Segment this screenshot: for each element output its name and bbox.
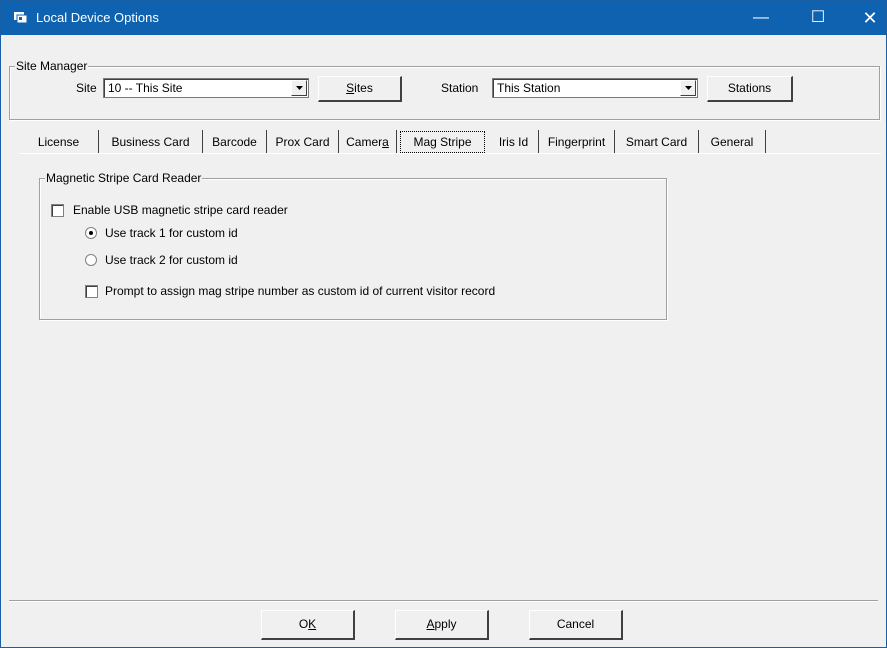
window-title: Local Device Options — [36, 10, 159, 25]
sites-button-label: ites — [354, 81, 373, 95]
tab-label: Mag Stripe — [413, 135, 472, 149]
site-select-value: 10 -- This Site — [108, 81, 183, 95]
station-dropdown-button[interactable] — [680, 80, 696, 96]
mag-stripe-legend: Magnetic Stripe Card Reader — [45, 171, 203, 185]
ok-button[interactable]: OK — [261, 610, 355, 640]
chevron-down-icon — [685, 86, 692, 90]
apply-button[interactable]: Apply — [395, 610, 489, 640]
mag-stripe-group: Magnetic Stripe Card Reader — [39, 171, 667, 320]
tab-label: Smart Card — [625, 135, 688, 149]
tab-business-card[interactable]: Business Card — [99, 130, 203, 154]
minimize-button[interactable]: — — [738, 1, 784, 35]
tab-license[interactable]: License — [19, 130, 99, 154]
tab-label: Business Card — [111, 135, 190, 149]
track1-radio[interactable] — [85, 227, 97, 239]
stations-button[interactable]: Stations — [707, 76, 793, 102]
tab-prox-card[interactable]: Prox Card — [267, 130, 339, 154]
maximize-button[interactable]: ☐ — [795, 1, 841, 35]
local-device-options-window: Local Device Options — ☐ ✕ Site Manager … — [0, 0, 887, 648]
sites-button[interactable]: Sites — [318, 76, 402, 102]
chevron-down-icon — [296, 86, 303, 90]
tab-smart-card[interactable]: Smart Card — [615, 130, 699, 154]
apply-mnemonic: A — [426, 617, 435, 631]
tab-label: General — [710, 135, 754, 149]
track2-label[interactable]: Use track 2 for custom id — [105, 253, 238, 267]
ok-mnemonic: K — [308, 617, 317, 631]
title-bar[interactable]: Local Device Options — ☐ ✕ — [1, 1, 886, 35]
site-label: Site — [76, 81, 97, 95]
track1-label[interactable]: Use track 1 for custom id — [105, 226, 238, 240]
tab-fingerprint[interactable]: Fingerprint — [539, 130, 615, 154]
close-button[interactable]: ✕ — [847, 1, 886, 35]
tab-iris-id[interactable]: Iris Id — [489, 130, 539, 154]
tab-camera[interactable]: Camera — [339, 130, 397, 154]
prompt-assign-label[interactable]: Prompt to assign mag stripe number as cu… — [105, 284, 495, 298]
tab-label: Iris Id — [498, 135, 529, 149]
station-select[interactable]: This Station — [492, 78, 698, 98]
station-label: Station — [441, 81, 479, 95]
prompt-assign-checkbox[interactable] — [85, 285, 98, 298]
stations-button-label: Stations — [727, 81, 772, 95]
site-select[interactable]: 10 -- This Site — [103, 78, 309, 98]
tab-label: Fingerprint — [547, 135, 606, 149]
enable-usb-reader-checkbox[interactable] — [51, 204, 64, 217]
ok-label: O — [298, 617, 309, 631]
app-icon — [14, 12, 28, 24]
tab-label: License — [37, 135, 80, 149]
tab-general[interactable]: General — [699, 130, 766, 154]
site-manager-legend: Site Manager — [15, 59, 89, 73]
cancel-button[interactable]: Cancel — [529, 610, 623, 640]
enable-usb-reader-label[interactable]: Enable USB magnetic stripe card reader — [73, 203, 288, 217]
radio-selected-dot — [89, 231, 93, 235]
track2-radio[interactable] — [85, 254, 97, 266]
tab-label-mnemonic: a — [382, 135, 389, 149]
tab-label: Barcode — [212, 135, 257, 149]
sites-button-mnemonic: S — [346, 81, 355, 95]
tab-barcode[interactable]: Barcode — [203, 130, 267, 154]
tab-label: Camer — [346, 135, 383, 149]
tab-mag-stripe[interactable]: Mag Stripe — [400, 131, 485, 153]
tab-label: Prox Card — [275, 135, 330, 149]
cancel-label: Cancel — [556, 617, 595, 631]
site-dropdown-button[interactable] — [291, 80, 307, 96]
tab-panel-divider — [19, 153, 881, 154]
apply-label: pply — [434, 617, 457, 631]
station-select-value: This Station — [497, 81, 561, 95]
footer-divider — [9, 600, 878, 602]
